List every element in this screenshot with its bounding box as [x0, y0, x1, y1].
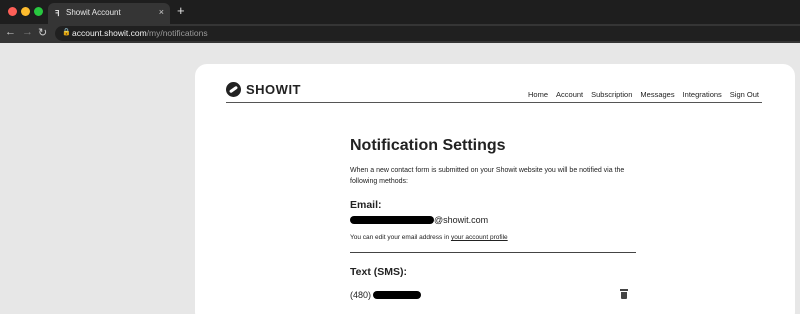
- trash-icon[interactable]: [620, 289, 628, 299]
- new-tab-button[interactable]: +: [177, 3, 185, 18]
- intro-text: When a new contact form is submitted on …: [350, 167, 625, 185]
- trash-lid: [620, 289, 628, 291]
- nav-subscription[interactable]: Subscription: [591, 90, 632, 99]
- url-text: account.showit.com/my/notifications: [72, 28, 208, 38]
- header-divider: [226, 102, 762, 103]
- main-nav: Home Account Subscription Messages Integ…: [528, 90, 759, 99]
- close-tab-icon[interactable]: ×: [159, 7, 164, 17]
- page-title: Notification Settings: [350, 137, 506, 154]
- tab-title: Showit Account: [66, 8, 121, 17]
- nav-account[interactable]: Account: [556, 90, 583, 99]
- browser-tab-bar: ꟻ Showit Account × +: [0, 0, 800, 24]
- phone-area-code: (480): [350, 290, 372, 300]
- lock-icon: 🔒: [62, 29, 71, 36]
- account-profile-link[interactable]: your account profile: [451, 234, 508, 241]
- browser-toolbar: ← → ↻ 🔒 account.showit.com/my/notificati…: [0, 24, 800, 43]
- showit-logo-icon: [226, 82, 241, 97]
- url-domain: account.showit.com: [72, 28, 147, 38]
- showit-favicon-icon: ꟻ: [55, 9, 60, 18]
- logo-text: SHOWIT: [246, 82, 301, 97]
- nav-messages[interactable]: Messages: [640, 90, 674, 99]
- redacted-phone-number: [373, 291, 422, 299]
- notification-settings: Notification Settings When a new contact…: [350, 137, 640, 300]
- maximize-window-button[interactable]: [34, 7, 43, 16]
- email-address: @showit.com: [350, 215, 640, 225]
- email-help-text: You can edit your email address in your …: [350, 234, 640, 241]
- nav-home[interactable]: Home: [528, 90, 548, 99]
- address-bar[interactable]: 🔒 account.showit.com/my/notifications: [55, 26, 800, 41]
- close-window-button[interactable]: [8, 7, 17, 16]
- nav-integrations[interactable]: Integrations: [683, 90, 722, 99]
- browser-tab[interactable]: ꟻ Showit Account ×: [48, 3, 170, 24]
- sms-heading: Text (SMS):: [350, 266, 407, 278]
- redacted-email-user: [350, 216, 434, 224]
- nav-sign-out[interactable]: Sign Out: [730, 90, 759, 99]
- email-heading: Email:: [350, 199, 382, 211]
- help-prefix: You can edit your email address in: [350, 234, 451, 241]
- phone-number-row: (480): [350, 289, 640, 300]
- reload-icon[interactable]: ↻: [38, 26, 47, 39]
- page-card: SHOWIT Home Account Subscription Message…: [195, 64, 795, 314]
- trash-bin: [621, 292, 627, 299]
- email-domain: @showit.com: [434, 215, 489, 225]
- section-divider: [350, 252, 636, 253]
- minimize-window-button[interactable]: [21, 7, 30, 16]
- back-arrow-icon[interactable]: ←: [5, 26, 16, 38]
- forward-arrow-icon[interactable]: →: [22, 26, 33, 38]
- url-path: /my/notifications: [146, 28, 208, 38]
